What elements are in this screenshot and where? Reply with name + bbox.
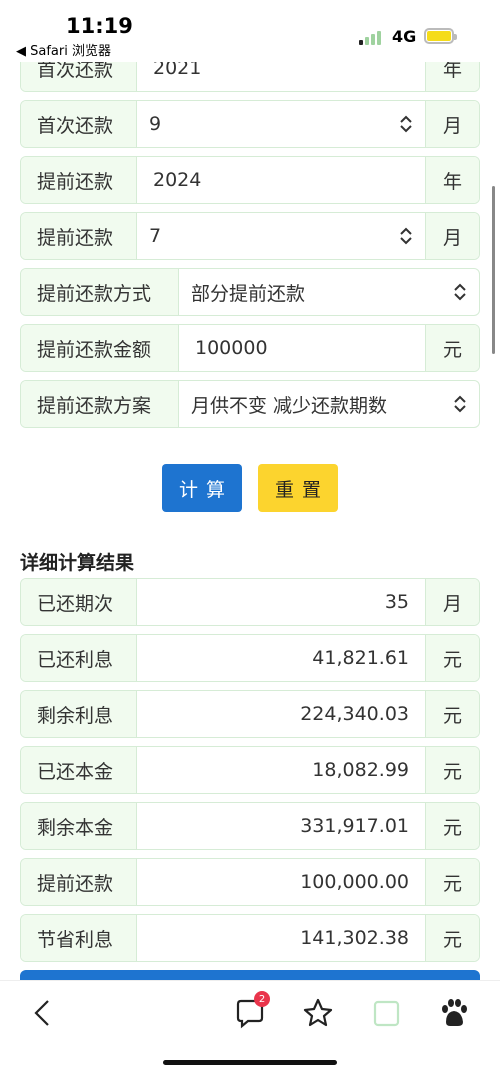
results-title: 详细计算结果 <box>20 552 135 574</box>
calculator-page: 首次还款 2021 年 首次还款 9 月 提前还款 2024 年 提前还款 7 … <box>0 44 500 980</box>
scrollbar[interactable] <box>492 186 495 354</box>
comments-badge: 2 <box>254 991 270 1007</box>
battery-icon <box>424 28 457 44</box>
field-label: 首次还款 <box>21 101 137 147</box>
result-label: 已还本金 <box>21 747 137 793</box>
result-value: 331,917.01 <box>300 815 409 837</box>
result-label: 已还利息 <box>21 635 137 681</box>
result-label: 节省利息 <box>21 915 137 961</box>
prepay-method-row: 提前还款方式 部分提前还款 <box>20 268 480 316</box>
signal-icon <box>359 29 383 45</box>
unit-label: 元 <box>425 803 479 849</box>
unit-label: 月 <box>425 579 479 625</box>
back-button[interactable] <box>26 995 62 1031</box>
chevron-updown-icon <box>400 115 412 133</box>
prepay-month-row: 提前还款 7 月 <box>20 212 480 260</box>
back-to-safari-link[interactable]: ◀ Safari 浏览器 <box>16 40 111 59</box>
prepay-amount-row: 提前还款金额 100000 元 <box>20 324 480 372</box>
prepay-amount-input[interactable]: 100000 <box>179 325 425 371</box>
unit-label: 元 <box>425 691 479 737</box>
star-icon <box>303 998 333 1027</box>
prepay-method-select[interactable]: 部分提前还款 <box>179 269 479 315</box>
unit-label: 元 <box>425 325 479 371</box>
status-bar: 11:19 ◀ Safari 浏览器 4G <box>0 0 500 62</box>
network-label: 4G <box>392 27 417 46</box>
baidu-paw-icon <box>442 999 467 1026</box>
first-month-select[interactable]: 9 <box>137 101 425 147</box>
favorite-button[interactable] <box>300 995 336 1031</box>
field-label: 提前还款 <box>21 157 137 203</box>
unit-label: 元 <box>425 747 479 793</box>
baidu-button[interactable] <box>436 995 472 1031</box>
result-row: 剩余本金 331,917.01 元 <box>20 802 480 850</box>
select-value: 9 <box>149 113 162 135</box>
calculate-button[interactable]: 计算 <box>162 464 242 512</box>
result-label: 剩余利息 <box>21 691 137 737</box>
back-icon <box>34 1000 49 1026</box>
reset-button[interactable]: 重置 <box>258 464 338 512</box>
prepay-year-input[interactable]: 2024 <box>137 157 425 203</box>
select-value: 月供不变 减少还款期数 <box>191 394 388 417</box>
prepay-year-row: 提前还款 2024 年 <box>20 156 480 204</box>
field-label: 提前还款方式 <box>21 269 179 315</box>
prepay-month-select[interactable]: 7 <box>137 213 425 259</box>
status-time: 11:19 <box>66 14 133 38</box>
unit-label: 月 <box>425 213 479 259</box>
unit-label: 月 <box>425 101 479 147</box>
select-value: 7 <box>149 225 162 247</box>
result-label: 已还期次 <box>21 579 137 625</box>
result-value: 100,000.00 <box>300 871 409 893</box>
unit-label: 元 <box>425 859 479 905</box>
field-label: 提前还款 <box>21 213 137 259</box>
chevron-updown-icon <box>454 395 466 413</box>
chevron-updown-icon <box>400 227 412 245</box>
prepay-plan-select[interactable]: 月供不变 减少还款期数 <box>179 381 479 427</box>
result-row: 节省利息 141,302.38 元 <box>20 914 480 962</box>
result-row: 剩余利息 224,340.03 元 <box>20 690 480 738</box>
unit-label: 元 <box>425 915 479 961</box>
result-value: 35 <box>384 591 409 613</box>
result-label: 剩余本金 <box>21 803 137 849</box>
first-month-row: 首次还款 9 月 <box>20 100 480 148</box>
result-value: 224,340.03 <box>300 703 409 725</box>
field-label: 提前还款方案 <box>21 381 179 427</box>
browser-toolbar: 2 <box>0 980 500 1070</box>
unit-label: 元 <box>425 635 479 681</box>
result-row: 提前还款 100,000.00 元 <box>20 858 480 906</box>
next-section-header <box>20 970 480 980</box>
chevron-updown-icon <box>454 283 466 301</box>
tabs-icon <box>373 1000 400 1027</box>
result-row: 已还本金 18,082.99 元 <box>20 746 480 794</box>
result-value: 18,082.99 <box>312 759 409 781</box>
prepay-plan-row: 提前还款方案 月供不变 减少还款期数 <box>20 380 480 428</box>
result-row: 已还利息 41,821.61 元 <box>20 634 480 682</box>
unit-label: 年 <box>425 157 479 203</box>
home-indicator <box>163 1060 337 1065</box>
result-label: 提前还款 <box>21 859 137 905</box>
comments-button[interactable]: 2 <box>232 991 270 1031</box>
result-value: 141,302.38 <box>300 927 409 949</box>
select-value: 部分提前还款 <box>191 282 306 305</box>
result-value: 41,821.61 <box>312 647 409 669</box>
field-label: 提前还款金额 <box>21 325 179 371</box>
tabs-button[interactable] <box>368 995 404 1031</box>
result-row: 已还期次 35 月 <box>20 578 480 626</box>
